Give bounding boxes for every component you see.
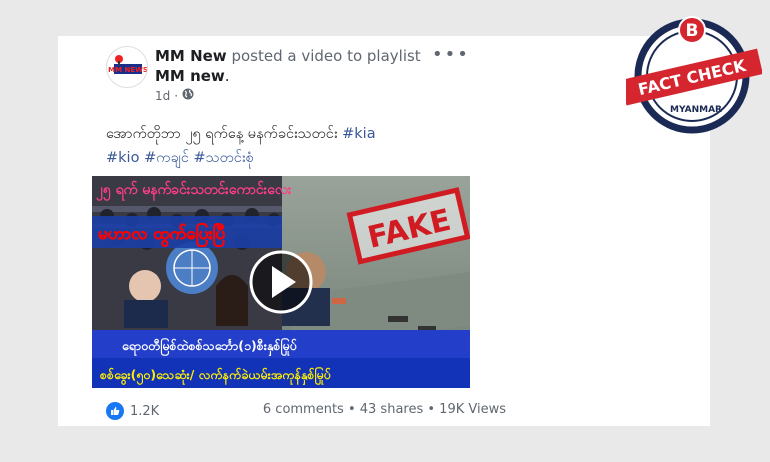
post-footer: 1.2K 6 comments • 43 shares • 19K Views [106,402,506,422]
post-time[interactable]: 1d [155,89,170,103]
author-name[interactable]: MM New [155,47,227,65]
post-stats[interactable]: 6 comments • 43 shares • 19K Views [263,402,506,417]
video-headline: မဟာလ ထွက်ပြေးပြီ [98,221,226,248]
fact-check-badge: B FACT CHECK MYANMAR [620,12,763,136]
caption-text: အောက်တိုဘာ ၂၅ ရက်နေ့ မနက်ခင်းသတင်း [106,126,338,142]
avatar[interactable]: MM NEWS [106,46,148,88]
more-options-icon[interactable]: ••• [432,44,470,65]
like-reaction-icon [106,402,124,420]
hashtag[interactable]: #ကချင် [144,150,189,166]
post-caption: အောက်တိုဘာ ၂၅ ရက်နေ့ မနက်ခင်းသတင်း #kia … [106,122,486,170]
avatar-logo-text: MM NEWS [108,66,148,74]
hashtag[interactable]: #kio [106,150,139,166]
post-header: MM New posted a video to playlist MM new… [155,46,421,86]
hashtag[interactable]: #kia [342,126,375,142]
badge-letter: B [686,21,699,41]
hashtag[interactable]: #သတင်းစုံ [194,150,254,166]
post-action-text: posted a video to playlist [231,47,421,65]
meta-separator: · [174,88,179,103]
playlist-name[interactable]: MM new [155,67,225,85]
globe-icon [182,88,194,103]
badge-subtitle: MYANMAR [670,105,722,115]
post-meta: 1d · [155,88,194,103]
like-count: 1.2K [130,403,160,419]
period: . [224,67,230,85]
video-thumbnail[interactable]: ၂၅ ရက် မနက်ခင်းသတင်းကောင်းလေး မဟာလ ထွက်ပ… [92,176,470,388]
facebook-post-card: MM NEWS MM New posted a video to playlis… [58,36,710,426]
reactions[interactable]: 1.2K [106,402,159,420]
